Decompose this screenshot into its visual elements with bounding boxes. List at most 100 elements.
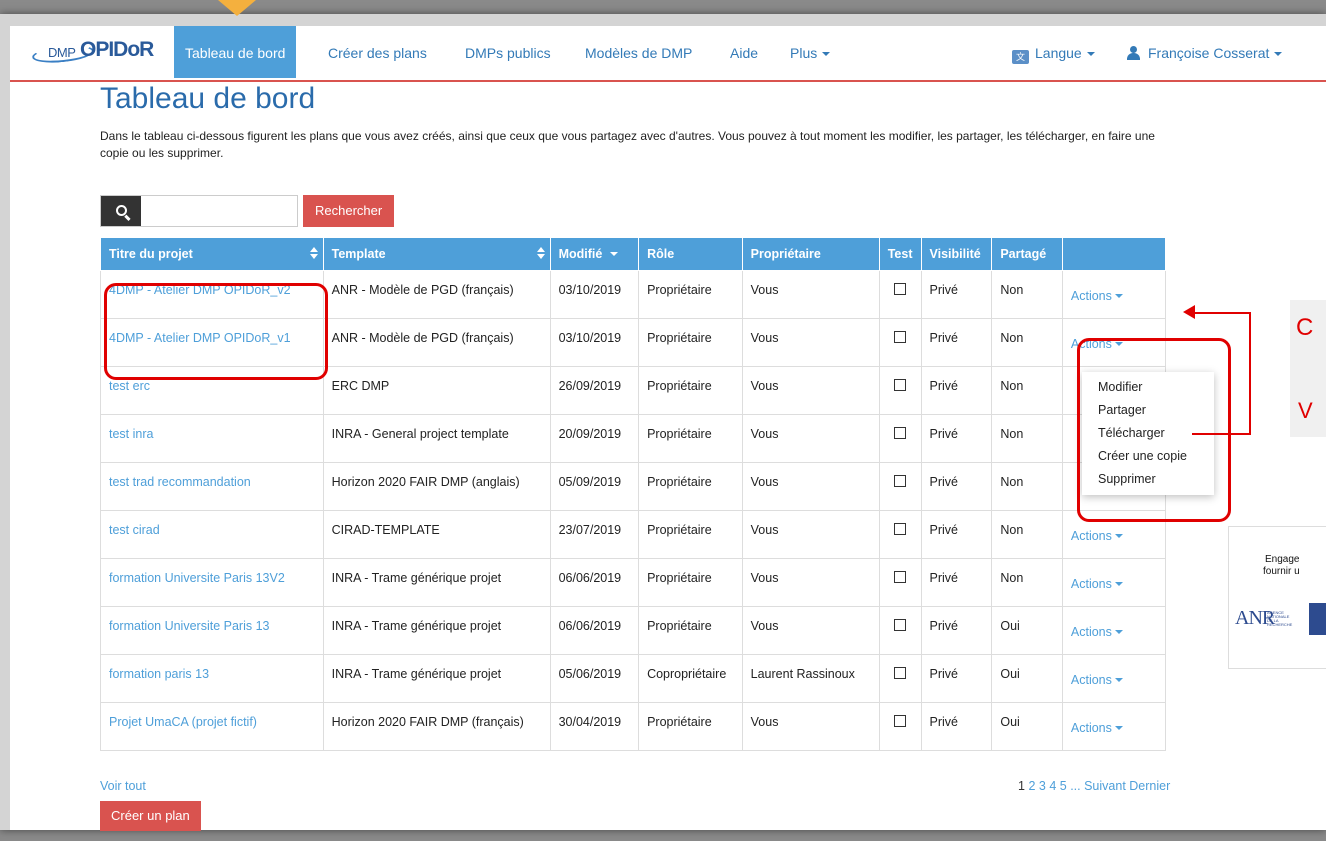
create-plan-button[interactable]: Créer un plan bbox=[100, 801, 201, 831]
col-header-visibilite: Visibilité bbox=[920, 238, 993, 271]
cell-proprietaire: Vous bbox=[741, 365, 880, 415]
sort-desc-icon bbox=[610, 252, 619, 257]
page-last[interactable]: Dernier bbox=[1129, 779, 1170, 793]
cell-test bbox=[878, 653, 922, 703]
project-title-link[interactable]: test cirad bbox=[100, 509, 324, 559]
cell-modifie: 20/09/2019 bbox=[549, 413, 640, 463]
nav-dmps-publics[interactable]: DMPs publics bbox=[465, 26, 551, 80]
table-row: formation paris 13 INRA - Trame générique… bbox=[100, 653, 1167, 703]
test-checkbox[interactable] bbox=[894, 378, 907, 391]
col-header-partage: Partagé bbox=[991, 238, 1063, 271]
test-checkbox[interactable] bbox=[894, 522, 907, 535]
language-label: Langue bbox=[1035, 45, 1082, 61]
page-4[interactable]: 4 bbox=[1049, 779, 1056, 793]
col-header-modifie[interactable]: Modifié bbox=[549, 238, 640, 271]
nav-tableau-de-bord[interactable]: Tableau de bord bbox=[174, 26, 297, 78]
annotation-highlight-titles bbox=[104, 283, 328, 380]
nav-creer-des-plans[interactable]: Créer des plans bbox=[328, 26, 427, 80]
actions-dropdown-button[interactable]: Actions bbox=[1071, 721, 1123, 735]
page-next[interactable]: Suivant bbox=[1084, 779, 1126, 793]
cell-modifie: 23/07/2019 bbox=[549, 509, 640, 559]
cell-template: INRA - Trame générique projet bbox=[322, 653, 551, 703]
cell-actions: Actions bbox=[1061, 557, 1167, 607]
cell-modifie: 03/10/2019 bbox=[549, 317, 640, 367]
test-checkbox[interactable] bbox=[894, 474, 907, 487]
page-1[interactable]: 1 bbox=[1018, 779, 1025, 793]
logo-prefix: DMP bbox=[48, 45, 76, 60]
actions-label: Actions bbox=[1070, 672, 1112, 687]
cell-visibilite: Privé bbox=[920, 509, 993, 559]
table-header-row: Titre du projet Template Modifié Rôle Pr… bbox=[100, 238, 1167, 271]
actions-dropdown-button[interactable]: Actions bbox=[1071, 529, 1123, 543]
actions-dropdown-button[interactable]: Actions bbox=[1071, 289, 1123, 303]
actions-dropdown-button[interactable]: Actions bbox=[1071, 577, 1123, 591]
cell-test bbox=[878, 365, 922, 415]
test-checkbox[interactable] bbox=[894, 714, 907, 727]
col-header-proprietaire: Propriétaire bbox=[741, 238, 880, 271]
highlight-pointer-arrow bbox=[218, 0, 256, 16]
test-checkbox[interactable] bbox=[894, 426, 907, 439]
test-checkbox[interactable] bbox=[894, 666, 907, 679]
col-header-test: Test bbox=[878, 238, 922, 271]
cell-template: INRA - Trame générique projet bbox=[322, 605, 551, 655]
cell-partage: Non bbox=[991, 413, 1063, 463]
chevron-down-icon bbox=[1114, 582, 1123, 587]
side-panel-text-bottom: V bbox=[1298, 398, 1313, 423]
nav-plus-dropdown[interactable]: Plus bbox=[790, 26, 831, 80]
cell-visibilite: Privé bbox=[920, 557, 993, 607]
project-title-link[interactable]: formation Universite Paris 13 bbox=[100, 605, 324, 655]
cell-role: Copropriétaire bbox=[638, 653, 743, 703]
table-row: test cirad CIRAD-TEMPLATE 23/07/2019 Propri… bbox=[100, 509, 1167, 559]
test-checkbox[interactable] bbox=[894, 570, 907, 583]
search-input[interactable] bbox=[143, 198, 293, 224]
voir-tout-link[interactable]: Voir tout bbox=[100, 779, 146, 793]
cell-template: CIRAD-TEMPLATE bbox=[322, 509, 551, 559]
cell-partage: Non bbox=[991, 509, 1063, 559]
table-row: formation Universite Paris 13V2 INRA - Tr… bbox=[100, 557, 1167, 607]
cell-test bbox=[878, 317, 922, 367]
project-title-link[interactable]: test inra bbox=[100, 413, 324, 463]
cell-visibilite: Privé bbox=[920, 461, 993, 511]
cell-test bbox=[878, 557, 922, 607]
cell-proprietaire: Vous bbox=[741, 701, 880, 751]
col-header-titre[interactable]: Titre du projet bbox=[100, 238, 324, 271]
search-button[interactable]: Rechercher bbox=[303, 195, 395, 227]
page-2[interactable]: 2 bbox=[1028, 779, 1035, 793]
page-3[interactable]: 3 bbox=[1039, 779, 1046, 793]
nav-aide[interactable]: Aide bbox=[730, 26, 758, 80]
col-header-role: Rôle bbox=[638, 238, 743, 271]
anr-logo-subtitle: AGENCE NATIONALE DE LA RECHERCHE bbox=[1267, 610, 1293, 627]
user-menu-dropdown[interactable]: Françoise Cosserat bbox=[1126, 26, 1283, 80]
nav-plus-label: Plus bbox=[790, 45, 818, 61]
actions-label: Actions bbox=[1070, 528, 1112, 543]
test-checkbox[interactable] bbox=[894, 282, 907, 295]
project-title-link[interactable]: formation paris 13 bbox=[100, 653, 324, 703]
table-row: formation Universite Paris 13 INRA - Tram… bbox=[100, 605, 1167, 655]
project-title-link[interactable]: formation Universite Paris 13V2 bbox=[100, 557, 324, 607]
chevron-down-icon bbox=[1114, 726, 1123, 731]
top-navbar: DMP OPIDoR Tableau de bord Créer des pla… bbox=[10, 26, 1326, 82]
cell-visibilite: Privé bbox=[920, 605, 993, 655]
cell-template: ERC DMP bbox=[322, 365, 551, 415]
cell-proprietaire: Vous bbox=[741, 509, 880, 559]
nav-modeles-de-dmp[interactable]: Modèles de DMP bbox=[585, 26, 692, 80]
page-5[interactable]: 5 bbox=[1060, 779, 1067, 793]
cell-proprietaire: Vous bbox=[741, 461, 880, 511]
dmp-opidor-logo[interactable]: DMP OPIDoR bbox=[31, 36, 162, 70]
project-title-link[interactable]: test trad recommandation bbox=[100, 461, 324, 511]
table-row: test inra INRA - General project template… bbox=[100, 413, 1167, 463]
search-icon[interactable] bbox=[101, 196, 141, 226]
col-header-template[interactable]: Template bbox=[322, 238, 551, 271]
cell-test bbox=[878, 701, 922, 751]
actions-dropdown-button[interactable]: Actions bbox=[1071, 625, 1123, 639]
project-title-link[interactable]: Projet UmaCA (projet fictif) bbox=[100, 701, 324, 751]
table-row: test trad recommandation Horizon 2020 FAI… bbox=[100, 461, 1167, 511]
cell-modifie: 26/09/2019 bbox=[549, 365, 640, 415]
promo-banner[interactable]: Engage fournir u ANR AGENCE NATIONALE DE… bbox=[1228, 526, 1326, 669]
cell-modifie: 06/06/2019 bbox=[549, 557, 640, 607]
actions-dropdown-button[interactable]: Actions bbox=[1071, 673, 1123, 687]
test-checkbox[interactable] bbox=[894, 618, 907, 631]
language-dropdown[interactable]: 文 Langue bbox=[1012, 26, 1095, 80]
test-checkbox[interactable] bbox=[894, 330, 907, 343]
annotation-arrow-head-icon bbox=[1183, 305, 1195, 319]
